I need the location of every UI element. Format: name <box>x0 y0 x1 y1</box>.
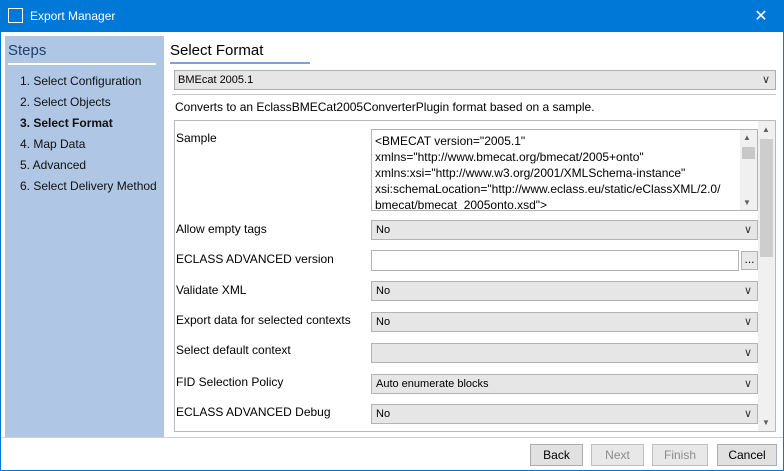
steps-divider <box>8 63 156 65</box>
chevron-down-icon: ∨ <box>743 347 752 359</box>
browse-button[interactable]: ... <box>741 251 758 270</box>
allow-empty-tags-label: Allow empty tags <box>176 222 267 236</box>
steps-list: 1. Select Configuration 2. Select Object… <box>20 74 157 200</box>
eclass-debug-value: No <box>376 408 391 420</box>
default-context-select[interactable]: ∨ <box>371 343 758 363</box>
property-grid-scroll-thumb[interactable] <box>760 139 773 257</box>
chevron-down-icon: ∨ <box>743 378 752 390</box>
export-contexts-value: No <box>376 316 391 328</box>
format-dropdown-value: BMEcat 2005.1 <box>178 74 254 86</box>
section-divider <box>172 94 776 95</box>
sample-line: bmecat/bmecat_2005onto.xsd"> <box>375 198 548 211</box>
validate-xml-label: Validate XML <box>176 283 247 297</box>
fid-policy-select[interactable]: Auto enumerate blocks ∨ <box>371 374 758 394</box>
chevron-down-icon: ∨ <box>743 316 752 328</box>
property-grid-scrollbar[interactable]: ▲ ▼ <box>758 121 775 431</box>
main-panel: Select Format BMEcat 2005.1 ∨ Converts t… <box>170 36 778 436</box>
next-button[interactable]: Next <box>591 444 644 466</box>
title-underline <box>170 62 310 64</box>
eclass-debug-label: ECLASS ADVANCED Debug <box>176 405 331 419</box>
eclass-version-input[interactable] <box>371 250 739 271</box>
export-contexts-select[interactable]: No ∨ <box>371 312 758 332</box>
scroll-up-icon[interactable]: ▲ <box>743 133 751 142</box>
steps-sidebar: Steps 1. Select Configuration 2. Select … <box>5 36 164 437</box>
scroll-down-icon[interactable]: ▼ <box>762 418 770 427</box>
fid-policy-value: Auto enumerate blocks <box>376 378 489 390</box>
sample-line: <BMECAT version="2005.1" <box>375 134 526 148</box>
validate-xml-select[interactable]: No ∨ <box>371 281 758 301</box>
fid-policy-label: FID Selection Policy <box>176 375 284 389</box>
sample-scrollbar[interactable]: ▲ ▼ <box>740 130 757 210</box>
export-contexts-label: Export data for selected contexts <box>176 313 351 327</box>
sample-line: xmlns="http://www.bmecat.org/bmecat/2005… <box>375 150 644 164</box>
chevron-down-icon: ∨ <box>743 224 752 236</box>
sample-label: Sample <box>176 131 217 145</box>
steps-heading: Steps <box>8 42 47 59</box>
app-icon <box>8 8 23 23</box>
chevron-down-icon: ∨ <box>743 408 752 420</box>
sample-line: xmlns:xsi="http://www.w3.org/2001/XMLSch… <box>375 166 686 180</box>
sample-content: <BMECAT version="2005.1" xmlns="http://w… <box>375 133 721 211</box>
eclass-version-label: ECLASS ADVANCED version <box>176 252 334 266</box>
step-select-objects[interactable]: 2. Select Objects <box>20 95 157 116</box>
chevron-down-icon: ∨ <box>761 74 770 86</box>
scroll-up-icon[interactable]: ▲ <box>762 125 770 134</box>
step-select-configuration[interactable]: 1. Select Configuration <box>20 74 157 95</box>
window-frame: Steps 1. Select Configuration 2. Select … <box>0 32 784 471</box>
sample-textarea[interactable]: <BMECAT version="2005.1" xmlns="http://w… <box>371 129 758 211</box>
page-title: Select Format <box>170 42 264 59</box>
step-advanced[interactable]: 5. Advanced <box>20 158 157 179</box>
window-title: Export Manager <box>30 9 116 23</box>
finish-button[interactable]: Finish <box>652 444 708 466</box>
allow-empty-tags-value: No <box>376 224 391 236</box>
allow-empty-tags-select[interactable]: No ∨ <box>371 220 758 240</box>
sample-line: xsi:schemaLocation="http://www.eclass.eu… <box>375 182 721 196</box>
format-dropdown[interactable]: BMEcat 2005.1 ∨ <box>174 70 776 90</box>
default-context-label: Select default context <box>176 343 291 357</box>
format-description: Converts to an EclassBMECat2005Converter… <box>175 100 595 114</box>
title-bar: Export Manager ✕ <box>0 0 784 32</box>
property-grid: Sample <BMECAT version="2005.1" xmlns="h… <box>174 120 776 432</box>
close-icon[interactable]: ✕ <box>738 0 784 32</box>
sample-scroll-thumb[interactable] <box>742 147 755 159</box>
footer-divider <box>1 437 783 438</box>
chevron-down-icon: ∨ <box>743 285 752 297</box>
step-map-data[interactable]: 4. Map Data <box>20 137 157 158</box>
step-select-format[interactable]: 3. Select Format <box>20 116 157 137</box>
cancel-button[interactable]: Cancel <box>717 444 777 466</box>
scroll-down-icon[interactable]: ▼ <box>743 198 751 207</box>
eclass-debug-select[interactable]: No ∨ <box>371 404 758 424</box>
back-button[interactable]: Back <box>530 444 583 466</box>
step-select-delivery-method[interactable]: 6. Select Delivery Method <box>20 179 157 200</box>
validate-xml-value: No <box>376 285 391 297</box>
